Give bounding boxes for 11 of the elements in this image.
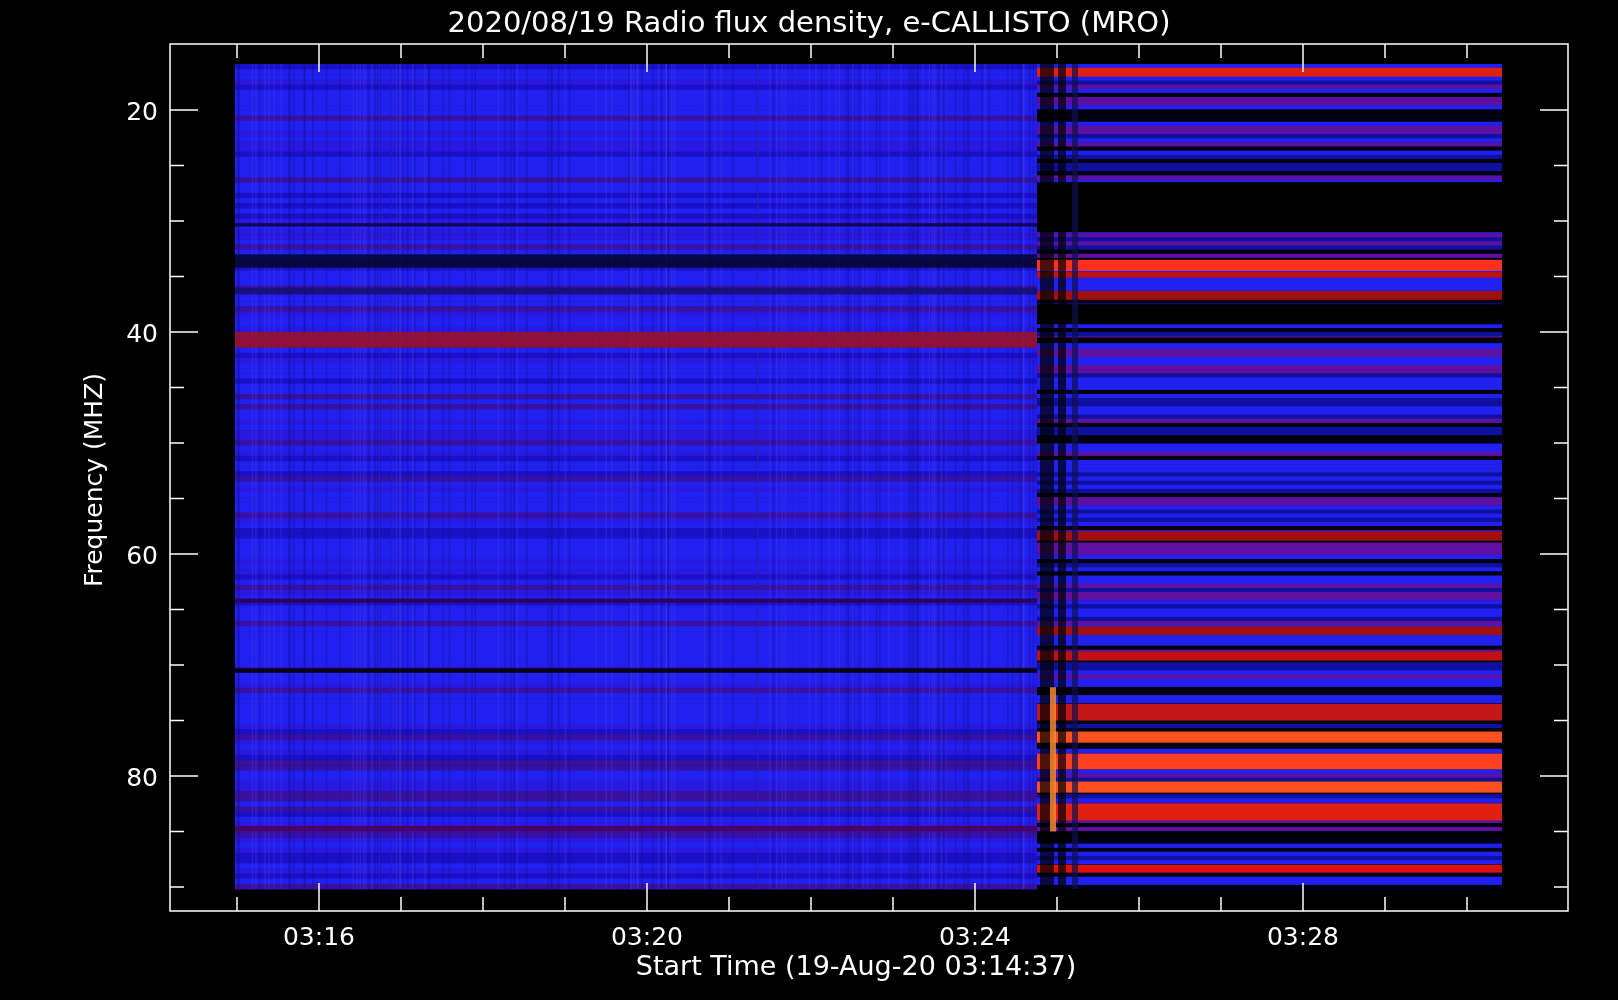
tick-label: 80 — [126, 763, 158, 792]
axis-label: Frequency (MHZ) — [79, 372, 108, 588]
tick-label: 60 — [126, 541, 158, 570]
axis-label: Start Time (19-Aug-20 03:14:37) — [635, 950, 1077, 981]
tick-label: 03:20 — [611, 922, 683, 951]
chart-title: 2020/08/19 Radio flux density, e-CALLISTO (MRO) — [447, 5, 1171, 39]
tick-label: 03:24 — [939, 922, 1011, 951]
tick-label: 20 — [126, 97, 158, 126]
tick-label: 40 — [126, 319, 158, 348]
tick-label: 03:16 — [283, 922, 355, 951]
tick-label: 03:28 — [1267, 922, 1339, 951]
